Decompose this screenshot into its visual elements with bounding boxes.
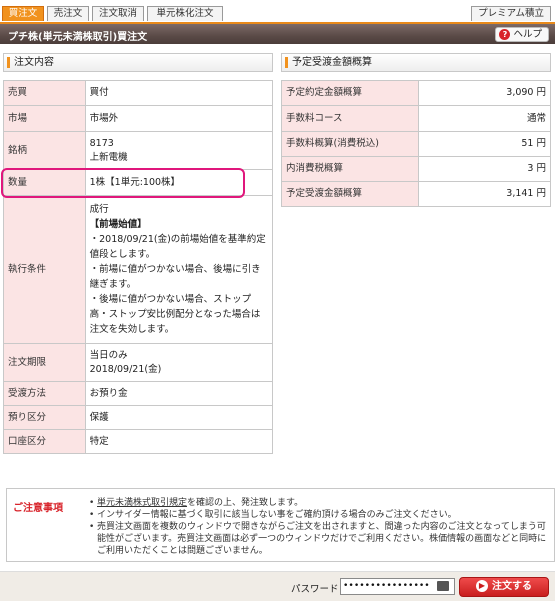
caution-notes: ご注意事項 単元未満株式取引規定を確認の上、発注致します。 インサイダー情報に基…	[6, 488, 555, 562]
caution-item: 売買注文画面を複数のウィンドウで開きながらご注文を出されますと、間違った内容のご…	[89, 521, 549, 557]
period-type: 当日のみ	[89, 349, 128, 361]
estimate-heading: 予定受渡金額概算	[281, 53, 551, 72]
estimate-row: 内消費税概算 3 円	[280, 156, 551, 182]
help-icon: ?	[499, 29, 511, 40]
help-label: ヘルプ	[513, 29, 542, 40]
estimate-label: 内消費税概算	[280, 156, 420, 182]
estimate-label: 予定受渡金額概算	[280, 181, 420, 207]
estimate-row: 手数料コース 通常	[280, 105, 551, 132]
custody-label: 預り区分	[3, 405, 86, 430]
period-date: 2018/09/21(金)	[89, 363, 162, 375]
estimate-table: 予定約定金額概算 3,090 円 手数料コース 通常 手数料概算(消費税込) 5…	[280, 80, 551, 207]
estimate-value: 3,141 円	[418, 181, 551, 207]
row-account: 口座区分 特定	[3, 429, 274, 454]
period-value: 当日のみ 2018/09/21(金)	[84, 343, 274, 382]
caution-list: 単元未満株式取引規定を確認の上、発注致します。 インサイダー情報に基づく取引に該…	[89, 497, 549, 557]
receive-value: お預り金	[84, 381, 274, 406]
estimate-row: 予定約定金額概算 3,090 円	[280, 80, 551, 106]
order-tabs: 買注文 売注文 注文取消 単元株化注文 プレミアム積立	[0, 0, 555, 22]
condition-note-2: ・前場に値がつかない場合、後場に引き継ぎます。	[89, 264, 261, 290]
market-value: 市場外	[84, 105, 274, 132]
arrow-right-icon: ▶	[476, 580, 488, 592]
estimate-label: 予定約定金額概算	[280, 80, 420, 106]
keyboard-icon[interactable]	[437, 581, 449, 591]
row-custody: 預り区分 保護	[3, 405, 274, 430]
condition-value: 成行 【前場始値】 ・2018/09/21(金)の前場始値を基準約定値段とします…	[84, 195, 274, 344]
issue-value: 8173 上新電機	[84, 131, 274, 170]
condition-note-3: ・後場に値がつかない場合、ストップ高・ストップ安比例配分となった場合は注文を失効…	[89, 294, 261, 335]
submit-label: 注文する	[492, 581, 532, 592]
estimate-value: 51 円	[418, 131, 551, 157]
row-receive: 受渡方法 お預り金	[3, 381, 274, 406]
estimate-row: 予定受渡金額概算 3,141 円	[280, 181, 551, 207]
row-period: 注文期限 当日のみ 2018/09/21(金)	[3, 343, 274, 382]
row-issue: 銘柄 8173 上新電機	[3, 131, 274, 170]
issue-code: 8173	[89, 137, 114, 149]
caution-item-text: を確認の上、発注致します。	[187, 498, 304, 508]
estimate-label: 手数料概算(消費税込)	[280, 131, 420, 157]
password-label: パスワード	[291, 584, 339, 595]
tab-sell-order[interactable]: 売注文	[47, 6, 89, 21]
caution-item: 単元未満株式取引規定を確認の上、発注致します。	[89, 497, 549, 509]
issue-name: 上新電機	[89, 151, 128, 163]
market-label: 市場	[3, 105, 86, 132]
page-title-bar: プチ株(単元未満株取引)買注文 ? ヘルプ	[0, 22, 555, 44]
estimate-value: 3 円	[418, 156, 551, 182]
account-value: 特定	[84, 429, 274, 454]
help-button[interactable]: ? ヘルプ	[495, 27, 549, 42]
issue-label: 銘柄	[3, 131, 86, 170]
order-details-table: 売買 買付 市場 市場外 銘柄 8173 上新電機 数量 1株【1単元:100株…	[3, 80, 274, 454]
row-quantity: 数量 1株【1単元:100株】	[3, 169, 274, 196]
estimate-value: 通常	[418, 105, 551, 132]
account-label: 口座区分	[3, 429, 86, 454]
row-market: 市場 市場外	[3, 105, 274, 132]
caution-label: ご注意事項	[13, 503, 63, 514]
submit-order-button[interactable]: ▶ 注文する	[459, 577, 549, 597]
condition-type: 成行	[89, 204, 109, 215]
estimate-label: 手数料コース	[280, 105, 420, 132]
quantity-value: 1株【1単元:100株】	[84, 169, 274, 196]
estimate-value: 3,090 円	[418, 80, 551, 106]
row-side: 売買 買付	[3, 80, 274, 106]
row-condition: 執行条件 成行 【前場始値】 ・2018/09/21(金)の前場始値を基準約定値…	[3, 195, 274, 344]
order-details-heading: 注文内容	[3, 53, 273, 72]
period-label: 注文期限	[3, 343, 86, 382]
unit-share-rules-link[interactable]: 単元未満株式取引規定	[97, 498, 187, 508]
tab-unit-share-order[interactable]: 単元株化注文	[147, 6, 223, 21]
side-value: 買付	[84, 80, 274, 106]
quantity-label: 数量	[3, 169, 86, 196]
receive-label: 受渡方法	[3, 381, 86, 406]
tab-premium-savings[interactable]: プレミアム積立	[471, 6, 551, 21]
submit-bar: パスワード •••••••••••••••• ▶ 注文する	[0, 571, 555, 601]
condition-note-1: ・2018/09/21(金)の前場始値を基準約定値段とします。	[89, 234, 266, 260]
side-label: 売買	[3, 80, 86, 106]
page-title: プチ株(単元未満株取引)買注文	[8, 32, 148, 43]
condition-label: 執行条件	[3, 195, 86, 344]
tab-cancel-order[interactable]: 注文取消	[92, 6, 144, 21]
tab-buy-order[interactable]: 買注文	[2, 6, 44, 21]
custody-value: 保護	[84, 405, 274, 430]
condition-basis: 【前場始値】	[89, 219, 147, 230]
estimate-row: 手数料概算(消費税込) 51 円	[280, 131, 551, 157]
caution-item: インサイダー情報に基づく取引に該当しない事をご確約頂ける場合のみご注文ください。	[89, 509, 549, 521]
